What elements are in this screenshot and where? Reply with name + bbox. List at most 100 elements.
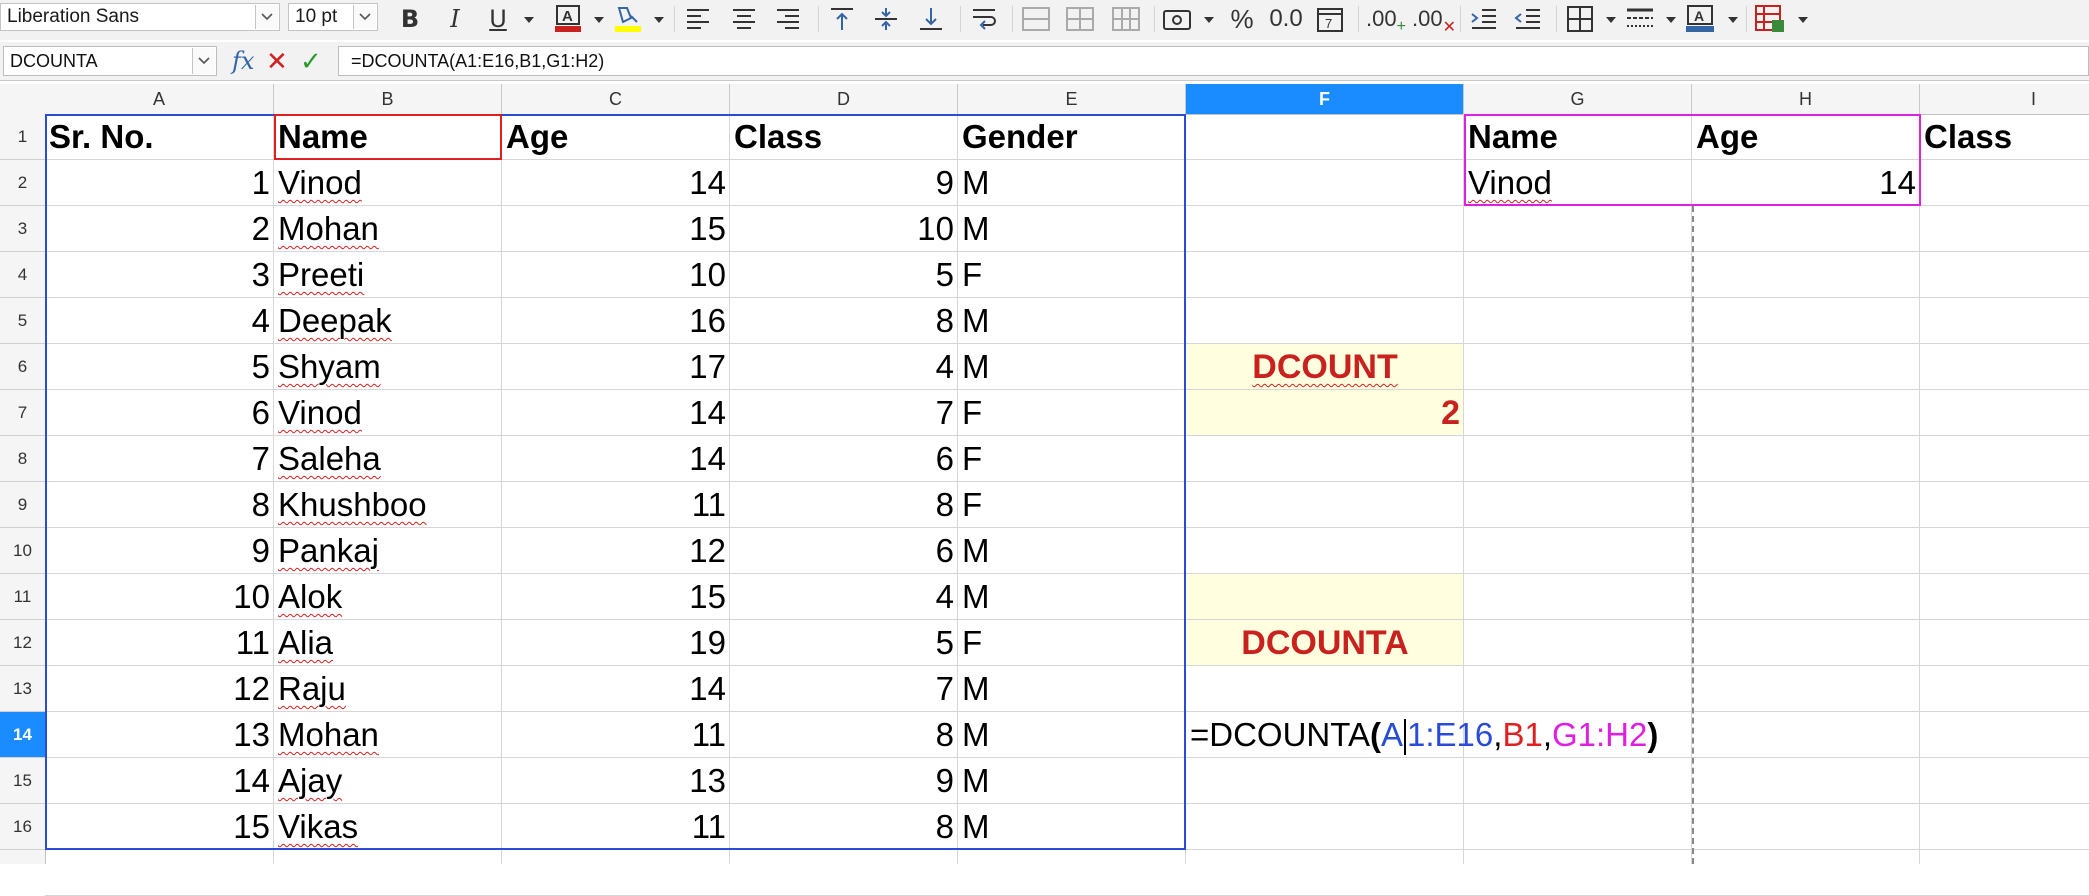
table-cell[interactable]: 6	[45, 390, 274, 436]
table-cell[interactable]: 11	[502, 804, 730, 850]
merge-center-icon[interactable]	[1110, 4, 1142, 34]
highlight-icon[interactable]	[612, 4, 644, 34]
chevron-down-icon[interactable]	[594, 17, 604, 23]
table-cell[interactable]: 8	[730, 482, 958, 528]
table-cell[interactable]: 5	[45, 344, 274, 390]
row-header-11[interactable]: 11	[0, 574, 45, 620]
table-cell[interactable]: M	[958, 712, 1186, 758]
table-cell[interactable]: 17	[502, 344, 730, 390]
font-name-box[interactable]: Liberation Sans	[0, 3, 280, 31]
row-header-5[interactable]: 5	[0, 298, 45, 344]
table-cell[interactable]: Khushboo	[274, 482, 502, 528]
table-header-cell[interactable]: Class	[730, 114, 958, 160]
table-cell[interactable]: F	[958, 390, 1186, 436]
chevron-down-icon[interactable]	[1666, 17, 1676, 23]
conditional-format-icon[interactable]	[1754, 4, 1786, 34]
table-cell[interactable]: 14	[45, 758, 274, 804]
align-bottom-icon[interactable]	[915, 4, 947, 34]
dcounta-label[interactable]: DCOUNTA	[1186, 620, 1464, 666]
table-cell[interactable]: M	[958, 528, 1186, 574]
table-cell[interactable]: M	[958, 574, 1186, 620]
table-cell[interactable]: F	[958, 482, 1186, 528]
table-cell[interactable]: M	[958, 666, 1186, 712]
align-center-icon[interactable]	[728, 4, 760, 34]
table-cell[interactable]: Raju	[274, 666, 502, 712]
table-header-cell[interactable]: Name	[274, 114, 502, 160]
table-cell[interactable]: 11	[45, 620, 274, 666]
formula-input[interactable]: =DCOUNTA(A1:E16,B1,G1:H2)	[338, 46, 2089, 76]
table-cell[interactable]: Alia	[274, 620, 502, 666]
column-header-f[interactable]: F	[1186, 84, 1464, 114]
table-cell[interactable]: 11	[502, 712, 730, 758]
table-cell[interactable]: 14	[502, 666, 730, 712]
row-header-6[interactable]: 6	[0, 344, 45, 390]
editing-cell-f14[interactable]: =DCOUNTA(A 1:E16,B1,G1:H2)	[1186, 712, 1658, 758]
border-style-icon[interactable]	[1624, 4, 1656, 34]
table-cell[interactable]: 12	[45, 666, 274, 712]
row-header-14[interactable]: 14	[0, 712, 45, 758]
font-name-dropdown[interactable]	[255, 5, 278, 29]
table-cell[interactable]: M	[958, 206, 1186, 252]
criteria-header-cell[interactable]: Name	[1464, 114, 1692, 160]
chevron-down-icon[interactable]	[1798, 17, 1808, 23]
table-cell[interactable]: 11	[502, 482, 730, 528]
table-cell[interactable]: 4	[730, 574, 958, 620]
table-cell[interactable]: 8	[730, 804, 958, 850]
table-cell[interactable]: 7	[45, 436, 274, 482]
borders-icon[interactable]	[1564, 4, 1596, 34]
table-cell[interactable]: 6	[730, 528, 958, 574]
decrease-indent-icon[interactable]	[1512, 4, 1544, 34]
table-cell[interactable]: 15	[502, 574, 730, 620]
italic-icon[interactable]: I	[439, 4, 471, 34]
table-cell[interactable]: M	[958, 160, 1186, 206]
underline-icon[interactable]: U	[482, 4, 514, 34]
table-cell[interactable]: M	[958, 804, 1186, 850]
table-cell[interactable]: 7	[730, 390, 958, 436]
table-cell[interactable]: 4	[730, 344, 958, 390]
merge-cells-icon[interactable]	[1020, 4, 1052, 34]
table-cell[interactable]: F	[958, 252, 1186, 298]
row-header-1[interactable]: 1	[0, 114, 45, 160]
table-cell[interactable]: 2	[45, 206, 274, 252]
name-box-dropdown[interactable]	[192, 48, 215, 74]
table-cell[interactable]: 9	[730, 160, 958, 206]
table-cell[interactable]: 5	[730, 620, 958, 666]
table-header-cell[interactable]: Gender	[958, 114, 1186, 160]
align-right-icon[interactable]	[772, 4, 804, 34]
border-color-icon[interactable]: A	[1684, 4, 1716, 34]
row-header-13[interactable]: 13	[0, 666, 45, 712]
accept-icon[interactable]: ✓	[300, 48, 322, 74]
table-cell[interactable]: 14	[502, 436, 730, 482]
criteria-header-cell[interactable]: Age	[1692, 114, 1920, 160]
table-cell[interactable]: F	[958, 620, 1186, 666]
table-cell[interactable]: 4	[45, 298, 274, 344]
delete-decimal-icon[interactable]: .00 ✕	[1412, 4, 1456, 36]
row-header-4[interactable]: 4	[0, 252, 45, 298]
column-header-d[interactable]: D	[730, 84, 958, 114]
table-cell[interactable]: 8	[730, 712, 958, 758]
table-cell[interactable]: Pankaj	[274, 528, 502, 574]
table-cell[interactable]: 3	[45, 252, 274, 298]
column-header-c[interactable]: C	[502, 84, 730, 114]
unmerge-cells-icon[interactable]	[1064, 4, 1096, 34]
font-size-dropdown[interactable]	[353, 5, 376, 29]
row-header-10[interactable]: 10	[0, 528, 45, 574]
table-cell[interactable]: 15	[45, 804, 274, 850]
row-header-2[interactable]: 2	[0, 160, 45, 206]
table-cell[interactable]: 13	[45, 712, 274, 758]
table-cell[interactable]: Saleha	[274, 436, 502, 482]
table-cell[interactable]: 10	[730, 206, 958, 252]
table-cell[interactable]: 10	[45, 574, 274, 620]
column-header-g[interactable]: G	[1464, 84, 1692, 114]
function-wizard-icon[interactable]: fx	[232, 48, 254, 74]
column-header-i[interactable]: I	[1920, 84, 2089, 114]
chevron-down-icon[interactable]	[524, 17, 534, 23]
table-cell[interactable]: Vinod	[274, 160, 502, 206]
wrap-text-icon[interactable]	[968, 4, 1000, 34]
row-header-15[interactable]: 15	[0, 758, 45, 804]
column-header-b[interactable]: B	[274, 84, 502, 114]
table-cell[interactable]: 12	[502, 528, 730, 574]
date-format-icon[interactable]: 7	[1314, 4, 1346, 34]
row-header-3[interactable]: 3	[0, 206, 45, 252]
cell-grid[interactable]: Sr. No. Name Age Class Gender 1 Vinod 14 9 M 2 Moha…	[45, 114, 2089, 896]
